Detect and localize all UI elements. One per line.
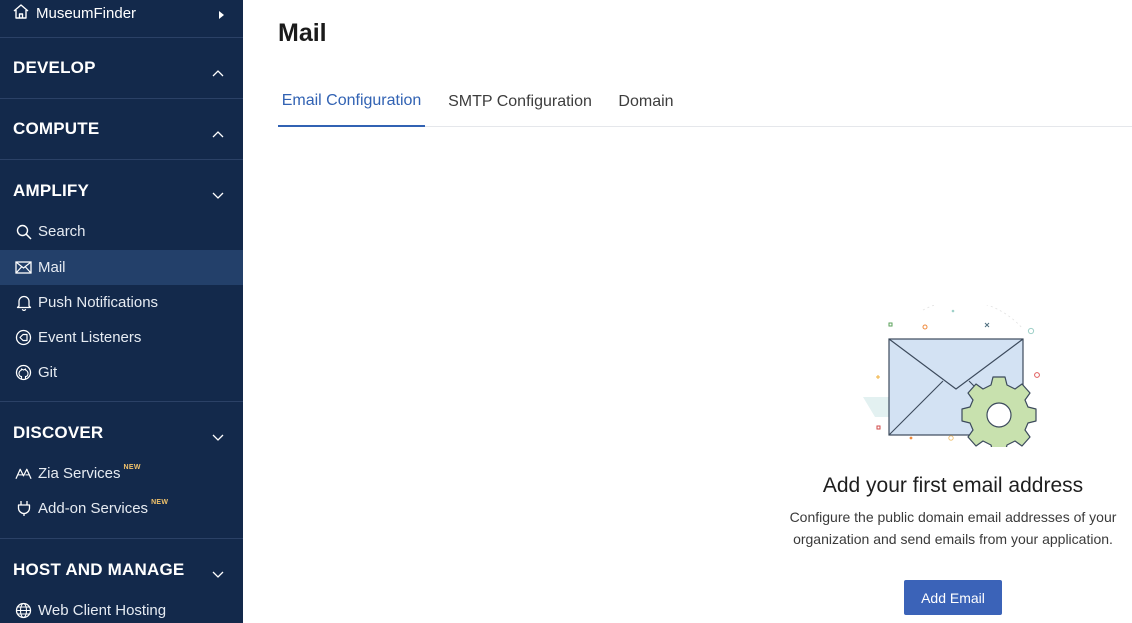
section-compute-label: COMPUTE [13,119,100,138]
tab-domain[interactable]: Domain [615,76,677,127]
sidebar: MuseumFinder DEVELOP COMPUTE AMPLIFY Sea… [0,0,243,623]
section-develop-label: DEVELOP [13,58,96,77]
section-discover[interactable]: DISCOVER [0,402,243,463]
zia-icon [15,465,32,482]
email-settings-illustration [863,300,1043,454]
project-name: MuseumFinder [36,5,137,22]
new-badge: NEW [123,464,141,471]
bell-icon [15,294,32,311]
add-email-button[interactable]: Add Email [904,580,1002,615]
chevron-down-icon [212,563,224,583]
section-compute[interactable]: COMPUTE [0,99,243,160]
sidebar-item-label: Add-on Services [38,500,149,517]
sidebar-item-event-listeners[interactable]: Event Listeners [0,320,243,355]
chevron-up-icon [212,123,224,143]
event-icon [15,329,32,346]
sidebar-item-git[interactable]: Git [0,355,243,390]
section-develop[interactable]: DEVELOP [0,38,243,99]
home-icon [12,3,30,25]
new-badge: NEW [151,499,169,506]
empty-state-title: Add your first email address [822,474,1084,497]
section-amplify[interactable]: AMPLIFY [0,160,243,221]
github-icon [15,364,32,381]
sidebar-item-search[interactable]: Search [0,214,243,249]
tab-bar: Email Configuration SMTP Configuration D… [278,76,1132,127]
section-amplify-label: AMPLIFY [13,180,90,200]
tab-email-configuration[interactable]: Email Configuration [278,76,425,127]
sidebar-item-label: Zia Services [38,465,121,482]
sidebar-item-zia-services[interactable]: Zia Services NEW [0,456,243,491]
sidebar-item-label: Event Listeners [38,329,142,346]
sidebar-item-push-notifications[interactable]: Push Notifications [0,285,243,320]
section-host-label: HOST AND MANAGE [13,559,185,579]
sidebar-item-mail[interactable]: Mail [0,250,243,285]
sidebar-item-label: Web Client Hosting [38,602,167,619]
mail-icon [15,259,32,276]
sidebar-item-add-on-services[interactable]: Add-on Services NEW [0,491,243,526]
section-host-and-manage[interactable]: HOST AND MANAGE [0,539,243,600]
sidebar-item-web-client-hosting[interactable]: Web Client Hosting [0,593,243,623]
sidebar-item-label: Git [38,364,58,381]
sidebar-item-label: Mail [38,259,66,276]
section-discover-label: DISCOVER [13,422,104,442]
empty-state-description: Configure the public domain email addres… [789,509,1117,547]
sidebar-item-label: Search [38,223,86,240]
page-title: Mail [278,19,327,47]
caret-right-icon [219,11,224,19]
project-selector[interactable]: MuseumFinder [0,0,243,38]
chevron-down-icon [212,426,224,446]
tab-smtp-configuration[interactable]: SMTP Configuration [445,76,595,127]
chevron-up-icon [212,62,224,82]
globe-icon [15,602,32,619]
chevron-down-icon [212,184,224,204]
main-content: Mail Email Configuration SMTP Configurat… [243,0,1132,623]
plug-icon [15,500,32,517]
search-icon [15,223,32,240]
sidebar-item-label: Push Notifications [38,294,159,311]
